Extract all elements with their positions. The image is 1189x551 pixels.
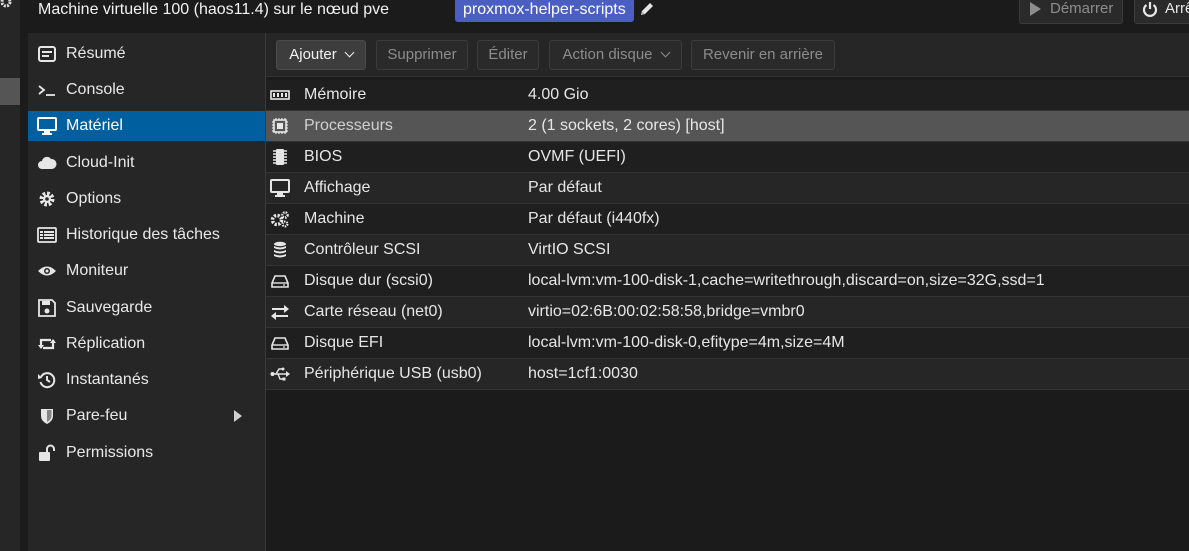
stop-button[interactable]: Arrê <box>1134 0 1189 24</box>
sidebar-item-options[interactable]: Options <box>28 184 265 214</box>
chevron-down-icon <box>660 47 670 58</box>
play-icon <box>1027 1 1043 17</box>
table-row[interactable]: Mémoire 4.00 Gio <box>266 80 1189 111</box>
left-strip-selection[interactable] <box>0 78 20 105</box>
power-icon <box>1142 1 1158 17</box>
table-row[interactable]: Machine Par défaut (i440fx) <box>266 204 1189 235</box>
table-row[interactable]: Périphérique USB (usb0) host=1cf1:0030 <box>266 359 1189 390</box>
table-row[interactable]: Processeurs 2 (1 sockets, 2 cores) [host… <box>266 111 1189 142</box>
dashboard-icon <box>37 45 57 63</box>
eye-icon <box>37 262 57 280</box>
gear-icon[interactable] <box>0 0 12 12</box>
sidebar-item-moniteur[interactable]: Moniteur <box>28 256 265 286</box>
memory-icon <box>270 86 290 104</box>
sidebar-item-materiel[interactable]: Matériel <box>28 111 265 141</box>
table-row[interactable]: Affichage Par défaut <box>266 173 1189 204</box>
cogs-icon <box>270 210 290 228</box>
sidebar-item-permissions[interactable]: Permissions <box>28 438 265 468</box>
start-button[interactable]: Démarrer <box>1019 0 1123 24</box>
hdd-icon <box>270 272 290 290</box>
retweet-icon <box>37 335 57 353</box>
table-row[interactable]: Disque EFI local-lvm:vm-100-disk-0,efity… <box>266 328 1189 359</box>
cpu-icon <box>270 117 290 135</box>
microchip-icon <box>270 148 290 166</box>
sidebar-item-resume[interactable]: Résumé <box>28 39 265 69</box>
revert-button[interactable]: Revenir en arrière <box>691 40 835 70</box>
edit-button[interactable]: Éditer <box>477 40 539 70</box>
caret-right-icon[interactable] <box>234 410 242 422</box>
table-row[interactable]: Disque dur (scsi0) local-lvm:vm-100-disk… <box>266 266 1189 297</box>
vm-tag[interactable]: proxmox-helper-scripts <box>455 0 634 22</box>
cloud-icon <box>37 154 57 172</box>
add-button[interactable]: Ajouter <box>276 40 366 70</box>
sidebar-item-cloud-init[interactable]: Cloud-Init <box>28 148 265 178</box>
left-strip <box>0 0 20 551</box>
table-row[interactable]: Carte réseau (net0) virtio=02:6B:00:02:5… <box>266 297 1189 328</box>
unlock-icon <box>37 444 57 462</box>
list-icon <box>37 226 57 244</box>
delete-button[interactable]: Supprimer <box>376 40 468 70</box>
sidebar-item-historique[interactable]: Historique des tâches <box>28 220 265 250</box>
sidebar: Résumé Console Matériel Cloud-Init Optio… <box>28 33 265 551</box>
header: Machine virtuelle 100 (haos11.4) sur le … <box>28 0 1189 30</box>
usb-icon <box>270 365 290 383</box>
shield-icon <box>37 407 57 425</box>
start-label: Démarrer <box>1050 0 1114 17</box>
sidebar-item-pare-feu[interactable]: Pare-feu <box>28 401 265 431</box>
gear-icon <box>37 190 57 208</box>
sidebar-item-console[interactable]: Console <box>28 75 265 105</box>
chevron-down-icon <box>344 47 355 58</box>
table-row[interactable]: Contrôleur SCSI VirtIO SCSI <box>266 235 1189 266</box>
pencil-icon[interactable] <box>638 0 656 18</box>
monitor-icon <box>37 117 57 135</box>
exchange-icon <box>270 303 290 321</box>
vm-title: Machine virtuelle 100 (haos11.4) sur le … <box>38 1 389 18</box>
sidebar-item-instantanes[interactable]: Instantanés <box>28 365 265 395</box>
terminal-icon <box>37 81 57 99</box>
table-row[interactable]: BIOS OVMF (UEFI) <box>266 142 1189 173</box>
sidebar-item-sauvegarde[interactable]: Sauvegarde <box>28 293 265 323</box>
disk-action-button[interactable]: Action disque <box>549 40 682 70</box>
desktop-icon <box>270 179 290 197</box>
history-icon <box>37 371 57 389</box>
floppy-icon <box>37 299 57 317</box>
database-icon <box>270 241 290 259</box>
stop-label: Arrê <box>1165 0 1189 17</box>
sidebar-item-replication[interactable]: Réplication <box>28 329 265 359</box>
hdd-icon <box>270 334 290 352</box>
toolbar: Ajouter Supprimer Éditer Action disque R… <box>266 33 1189 77</box>
hardware-panel: Ajouter Supprimer Éditer Action disque R… <box>266 33 1189 551</box>
